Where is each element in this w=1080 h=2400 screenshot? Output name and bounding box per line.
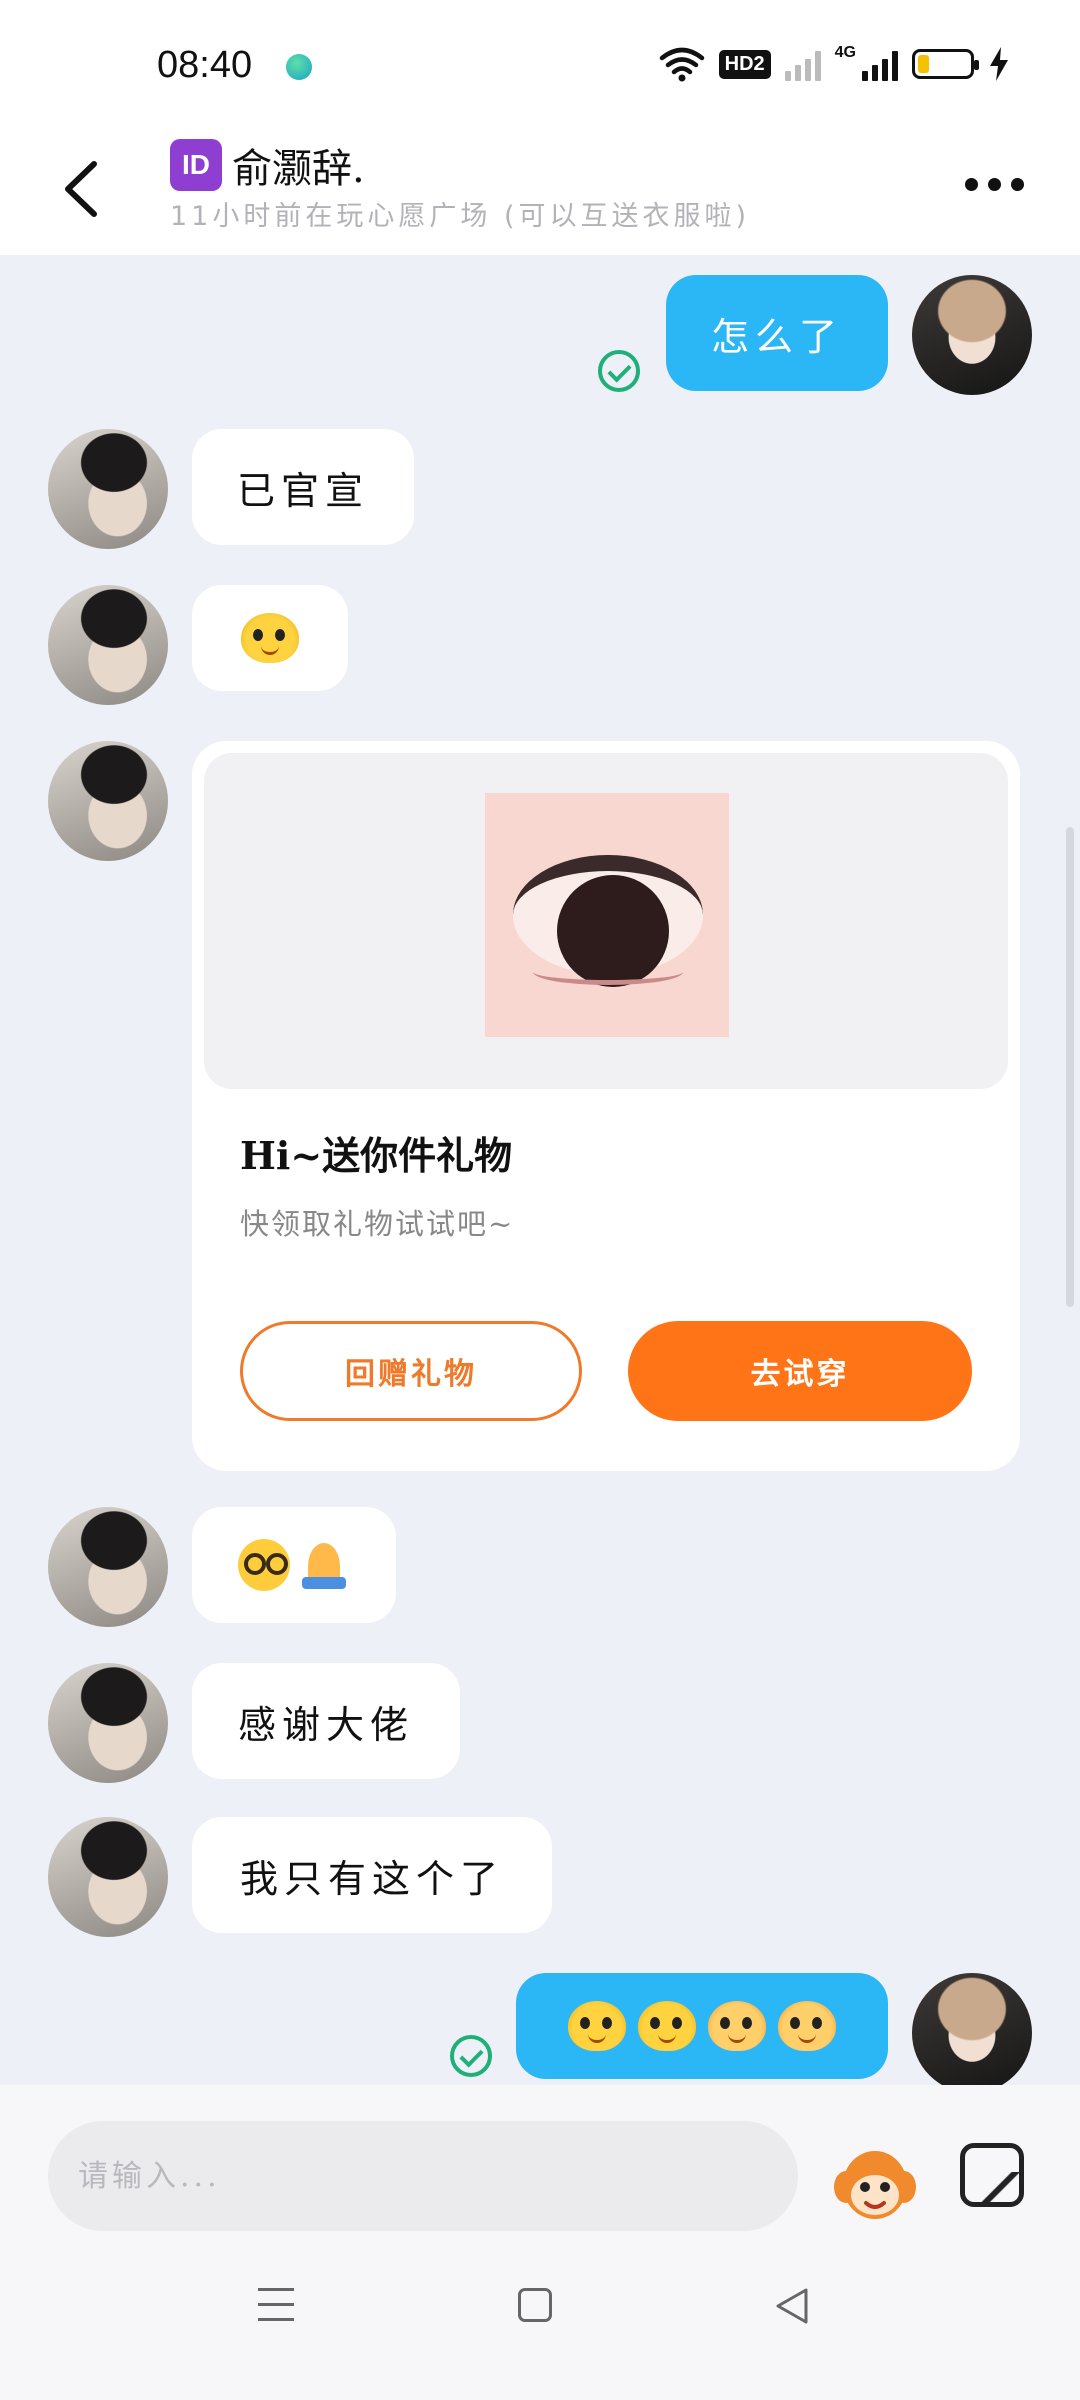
- back-arrow-icon[interactable]: [56, 154, 106, 224]
- gift-banner: [204, 753, 1008, 1089]
- monkey-face-emoji-icon: [778, 2001, 836, 2051]
- image-gallery-icon[interactable]: [960, 2143, 1024, 2207]
- message-input[interactable]: [48, 2121, 798, 2231]
- my-avatar[interactable]: [912, 1973, 1032, 2085]
- battery-level: [918, 55, 929, 73]
- contact-avatar[interactable]: [48, 429, 168, 549]
- message-bubble-emoji[interactable]: [192, 1507, 396, 1623]
- chat-header: ID 俞灏辞. 11小时前在玩心愿广场 (可以互送衣服啦): [0, 130, 1080, 255]
- recent-apps-icon[interactable]: [258, 2288, 294, 2322]
- nerd-face-emoji-icon: [238, 1539, 290, 1591]
- app-notification-icon: [286, 54, 312, 80]
- charging-icon: [990, 47, 1008, 81]
- my-avatar[interactable]: [912, 275, 1032, 395]
- gift-card-title: Hi~送你件礼物: [240, 1133, 513, 1178]
- return-gift-button[interactable]: 回赠礼物: [240, 1321, 582, 1421]
- network-type-label: 4G: [834, 44, 856, 61]
- id-badge-icon: ID: [170, 139, 222, 191]
- gift-item-image: [485, 793, 729, 1037]
- contact-status: 11小时前在玩心愿广场 (可以互送衣服啦): [170, 201, 751, 232]
- contact-avatar[interactable]: [48, 1507, 168, 1627]
- signal-sim2-icon: [862, 47, 898, 81]
- yellow-face-emoji-icon: [568, 2001, 626, 2051]
- message-bubble-incoming[interactable]: 感谢大佬: [192, 1663, 460, 1779]
- system-nav-bar: [0, 2240, 1080, 2400]
- status-bar: 08:40 HD2 4G: [0, 0, 1080, 130]
- contact-avatar[interactable]: [48, 1817, 168, 1937]
- message-bubble-incoming[interactable]: 已官宣: [192, 429, 414, 545]
- status-time: 08:40: [157, 44, 253, 86]
- wifi-icon: [659, 47, 704, 82]
- hd-voice-badge: HD2: [718, 49, 771, 79]
- monkey-face-emoji-icon: [708, 2001, 766, 2051]
- gift-card[interactable]: Hi~送你件礼物 快领取礼物试试吧~ 回赠礼物 去试穿: [192, 741, 1020, 1471]
- contact-name: 俞灏辞.: [232, 146, 365, 192]
- read-check-icon: [450, 2035, 492, 2077]
- yellow-face-emoji-icon: [638, 2001, 696, 2051]
- battery-icon: [912, 49, 979, 79]
- status-icons: HD2 4G: [659, 44, 1010, 84]
- nav-back-icon[interactable]: [774, 2286, 810, 2326]
- home-icon[interactable]: [518, 2288, 552, 2322]
- message-list[interactable]: 怎么了 已官宣 Hi~送你件礼物 快领取礼物试试吧~ 回赠礼物 去试穿 感谢大佬…: [0, 255, 1080, 2085]
- gift-card-subtitle: 快领取礼物试试吧~: [240, 1207, 515, 1241]
- try-on-button[interactable]: 去试穿: [628, 1321, 972, 1421]
- contact-title-row[interactable]: ID 俞灏辞.: [170, 136, 365, 194]
- scrollbar[interactable]: [1066, 827, 1074, 1307]
- yellow-face-emoji-icon: [241, 613, 299, 663]
- message-bubble-outgoing-stickers[interactable]: [516, 1973, 888, 2079]
- message-bubble-incoming[interactable]: 我只有这个了: [192, 1817, 552, 1933]
- message-bubble-sticker[interactable]: [192, 585, 348, 691]
- contact-avatar[interactable]: [48, 585, 168, 705]
- more-options-icon[interactable]: [965, 178, 1024, 191]
- contact-avatar[interactable]: [48, 741, 168, 861]
- input-bar: [0, 2085, 1080, 2240]
- signal-sim1-icon: [784, 47, 821, 81]
- monkey-sticker-icon[interactable]: [832, 2143, 918, 2223]
- message-bubble-outgoing[interactable]: 怎么了: [666, 275, 888, 391]
- read-check-icon: [598, 350, 640, 392]
- folded-hands-emoji-icon: [298, 1539, 350, 1591]
- contact-avatar[interactable]: [48, 1663, 168, 1783]
